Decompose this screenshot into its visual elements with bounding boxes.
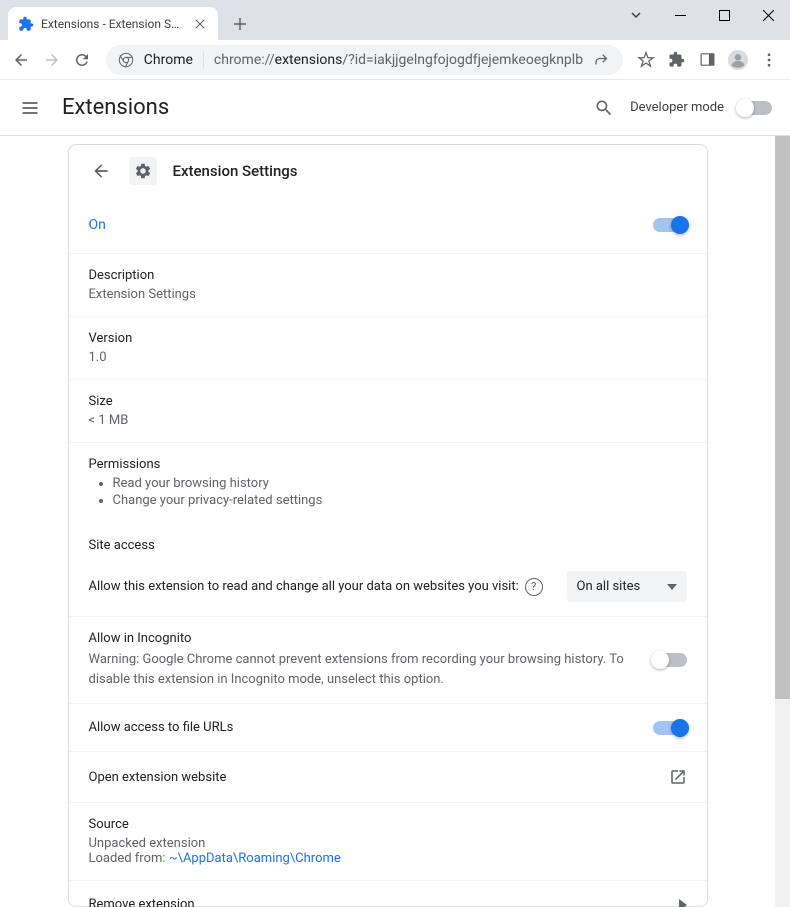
chevron-down-icon[interactable] — [614, 0, 658, 30]
extensions-puzzle-icon[interactable] — [664, 44, 691, 76]
forward-button[interactable] — [39, 44, 66, 76]
scrollbar[interactable] — [775, 136, 790, 907]
permission-item: Read your browsing history — [113, 476, 687, 491]
version-value: 1.0 — [89, 350, 687, 365]
permissions-section: Permissions Read your browsing history C… — [69, 442, 707, 522]
remove-extension-label: Remove extension — [89, 897, 195, 907]
help-icon[interactable]: ? — [525, 578, 543, 596]
scrollbar-thumb[interactable] — [775, 136, 790, 699]
dropdown-value: On all sites — [577, 579, 641, 594]
extensions-header: Extensions Developer mode — [0, 80, 790, 136]
source-loaded-from: Loaded from: ~\AppData\Roaming\Chrome — [89, 851, 687, 866]
site-access-row: Allow this extension to read and change … — [69, 557, 707, 616]
window-titlebar: Extensions - Extension Settings — [0, 0, 790, 40]
back-arrow-icon[interactable] — [89, 159, 113, 183]
source-type: Unpacked extension — [89, 836, 687, 851]
omnibox-site-label: Chrome — [144, 52, 193, 68]
omnibox-divider — [203, 52, 204, 68]
search-icon[interactable] — [592, 96, 616, 120]
on-off-section: On — [69, 197, 707, 253]
incognito-warning: Warning: Google Chrome cannot prevent ex… — [89, 650, 637, 689]
description-label: Description — [89, 268, 687, 283]
site-access-header: Site access — [69, 522, 707, 557]
file-urls-row: Allow access to file URLs — [69, 703, 707, 751]
size-value: < 1 MB — [89, 413, 687, 428]
dropdown-arrow-icon — [667, 584, 677, 590]
site-access-label: Allow this extension to read and change … — [89, 578, 543, 596]
remove-extension-row[interactable]: Remove extension — [69, 880, 707, 907]
extension-name: Extension Settings — [173, 162, 298, 180]
extension-puzzle-icon — [18, 16, 34, 32]
file-urls-toggle[interactable] — [653, 721, 687, 735]
open-website-row[interactable]: Open extension website — [69, 751, 707, 802]
window-maximize-button[interactable] — [702, 0, 746, 30]
back-button[interactable] — [8, 44, 35, 76]
share-icon[interactable] — [593, 51, 611, 69]
card-header: Extension Settings — [69, 145, 707, 197]
chrome-logo-icon — [118, 52, 134, 68]
extension-detail-card: Extension Settings On Description Extens… — [68, 144, 708, 907]
window-close-button[interactable] — [746, 0, 790, 30]
incognito-toggle[interactable] — [653, 653, 687, 667]
site-access-dropdown[interactable]: On all sites — [567, 571, 687, 602]
tab-title: Extensions - Extension Settings — [41, 17, 185, 31]
close-tab-icon[interactable] — [192, 16, 208, 32]
file-urls-label: Allow access to file URLs — [89, 720, 234, 735]
omnibox-url: chrome://extensions/?id=iakjjgelngfojogd… — [214, 52, 583, 68]
permissions-label: Permissions — [89, 457, 687, 472]
chevron-right-icon — [679, 899, 687, 907]
incognito-label: Allow in Incognito — [89, 631, 637, 646]
reload-button[interactable] — [69, 44, 96, 76]
source-label: Source — [89, 817, 687, 832]
browser-tab[interactable]: Extensions - Extension Settings — [8, 7, 218, 40]
more-menu-icon[interactable] — [755, 44, 782, 76]
description-value: Extension Settings — [89, 287, 687, 302]
extension-default-gear-icon — [129, 157, 157, 185]
source-path: ~\AppData\Roaming\Chrome — [169, 851, 341, 866]
content-area: Extension Settings On Description Extens… — [0, 136, 775, 907]
new-tab-button[interactable] — [226, 10, 254, 38]
side-panel-icon[interactable] — [694, 44, 721, 76]
developer-mode-label: Developer mode — [630, 100, 724, 115]
description-section: Description Extension Settings — [69, 253, 707, 316]
size-label: Size — [89, 394, 687, 409]
hamburger-menu-icon[interactable] — [18, 96, 42, 120]
extension-enable-toggle[interactable] — [653, 218, 687, 232]
source-section: Source Unpacked extension Loaded from: ~… — [69, 802, 707, 880]
permission-item: Change your privacy-related settings — [113, 493, 687, 508]
size-section: Size < 1 MB — [69, 379, 707, 442]
open-website-label: Open extension website — [89, 770, 227, 785]
developer-mode-toggle[interactable] — [738, 101, 772, 115]
profile-avatar-icon[interactable] — [725, 44, 752, 76]
version-section: Version 1.0 — [69, 316, 707, 379]
window-minimize-button[interactable] — [658, 0, 702, 30]
on-label: On — [89, 217, 106, 233]
bookmark-star-icon[interactable] — [633, 44, 660, 76]
open-external-icon — [669, 768, 687, 786]
permissions-list: Read your browsing history Change your p… — [89, 476, 687, 508]
window-controls — [614, 0, 790, 40]
incognito-section: Allow in Incognito Warning: Google Chrom… — [69, 616, 707, 703]
address-bar[interactable]: Chrome chrome://extensions/?id=iakjjgeln… — [106, 45, 623, 75]
browser-toolbar: Chrome chrome://extensions/?id=iakjjgeln… — [0, 40, 790, 80]
version-label: Version — [89, 331, 687, 346]
page-title: Extensions — [62, 95, 169, 120]
